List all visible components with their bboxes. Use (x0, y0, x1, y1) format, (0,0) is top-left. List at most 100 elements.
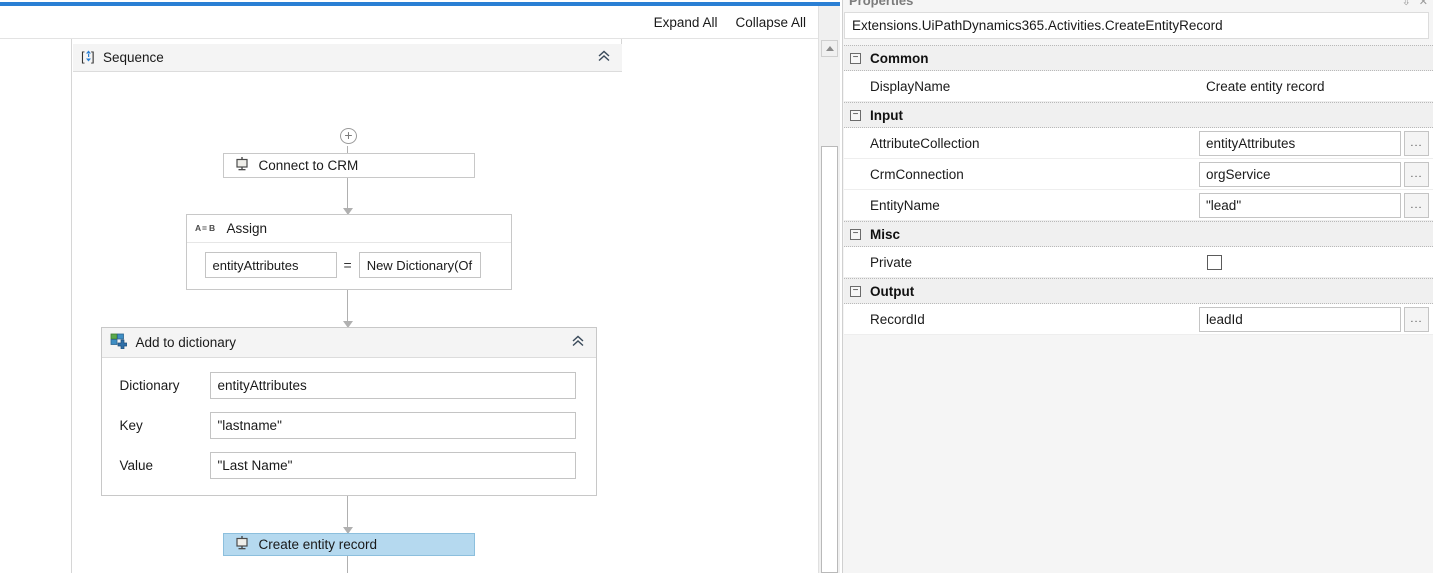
key-field-row: Key "lastname" (119, 411, 576, 439)
displayname-input[interactable]: Create entity record (1199, 74, 1429, 99)
category-row-common[interactable]: − Common (844, 45, 1433, 71)
assign-expression-row: entityAttributes = New Dictionary(Of (187, 243, 511, 289)
svg-text:[: [ (81, 49, 85, 64)
pin-icon[interactable]: ⇩ (1402, 0, 1411, 8)
collapse-chevron-icon[interactable] (594, 49, 614, 66)
sequence-body: + Connect to CRM A = B Assign entityAttr… (73, 72, 622, 573)
dictionary-field-label: Dictionary (119, 377, 180, 393)
connector-line (343, 495, 353, 534)
expand-all-button[interactable]: Expand All (654, 15, 718, 30)
scrollbar-thumb[interactable] (821, 146, 838, 573)
property-row-attributecollection[interactable]: AttributeCollection entityAttributes ... (844, 128, 1433, 159)
designer-toolbar: Expand All Collapse All (0, 6, 818, 39)
dictionary-field-row: Dictionary entityAttributes (119, 371, 576, 399)
property-name: EntityName (870, 197, 940, 213)
svg-text:]: ] (91, 49, 95, 64)
property-value-cell: Create entity record (1199, 71, 1433, 101)
value-input[interactable]: "Last Name" (209, 451, 576, 479)
property-name: AttributeCollection (870, 135, 980, 151)
properties-panel: Properties ⇩ ✕ Extensions.UiPathDynamics… (842, 0, 1433, 573)
category-row-input[interactable]: − Input (844, 102, 1433, 128)
assign-to-field[interactable]: entityAttributes (204, 252, 337, 279)
category-label: Misc (870, 226, 901, 242)
sequence-header[interactable]: [ ] Sequence (73, 44, 622, 72)
property-row-displayname[interactable]: DisplayName Create entity record (844, 71, 1433, 102)
activity-connect-to-crm[interactable]: Connect to CRM (222, 152, 475, 178)
property-name: CrmConnection (870, 166, 964, 182)
connector-line (343, 290, 353, 328)
properties-grid: − Common DisplayName Create entity recor… (844, 45, 1433, 573)
assign-header: A = B Assign (186, 215, 511, 244)
attributecollection-input[interactable]: entityAttributes (1199, 130, 1401, 156)
assign-title: Assign (226, 221, 268, 237)
add-to-dictionary-title: Add to dictionary (135, 334, 237, 350)
category-label: Input (870, 107, 903, 123)
property-value-cell: "lead" ... (1199, 190, 1433, 220)
connector-line (343, 177, 353, 215)
collapse-expander-icon[interactable]: − (850, 109, 861, 121)
svg-text:B: B (209, 223, 215, 233)
property-row-private[interactable]: Private (844, 247, 1433, 278)
property-value-cell: entityAttributes ... (1199, 128, 1433, 158)
close-icon[interactable]: ✕ (1419, 0, 1428, 8)
connector-line (347, 556, 348, 573)
crmconnection-input[interactable]: orgService (1199, 161, 1401, 187)
recordid-input[interactable]: leadId (1199, 306, 1401, 332)
private-checkbox[interactable] (1207, 254, 1222, 270)
browse-button[interactable]: ... (1404, 192, 1429, 218)
activity-assign[interactable]: A = B Assign entityAttributes = New Dict… (185, 214, 512, 291)
category-row-misc[interactable]: − Misc (844, 221, 1433, 247)
assign-value-field[interactable]: New Dictionary(Of (358, 252, 481, 279)
add-to-dictionary-header: Add to dictionary (101, 327, 596, 358)
assign-operator: = (343, 257, 352, 274)
collapse-all-button[interactable]: Collapse All (735, 15, 806, 30)
sequence-icon: [ ] (81, 49, 96, 67)
property-value-cell: leadId ... (1199, 304, 1433, 334)
uipath-studio-window: Expand All Collapse All [ ] Sequence + C… (0, 0, 1433, 573)
property-name: Private (870, 254, 913, 270)
assign-icon: A = B (195, 222, 217, 235)
svg-text:=: = (202, 223, 207, 233)
dictionary-input[interactable]: entityAttributes (209, 371, 576, 399)
activity-add-to-dictionary[interactable]: Add to dictionary Dictionary entityAttri… (100, 326, 597, 496)
properties-activity-type: Extensions.UiPathDynamics365.Activities.… (844, 12, 1429, 39)
category-row-output[interactable]: − Output (844, 278, 1433, 304)
category-label: Common (870, 50, 929, 66)
collapse-chevron-icon[interactable] (568, 334, 588, 351)
collapse-expander-icon[interactable]: − (850, 228, 861, 240)
sequence-container: [ ] Sequence + Connect to CRM A = B Assi… (73, 39, 622, 573)
category-label: Output (870, 283, 915, 299)
collapse-expander-icon[interactable]: − (850, 52, 861, 64)
property-value-cell (1199, 247, 1433, 277)
key-input[interactable]: "lastname" (209, 411, 576, 439)
scroll-up-button[interactable] (821, 40, 838, 57)
properties-panel-titlebar: Properties ⇩ ✕ (843, 0, 1433, 8)
property-row-crmconnection[interactable]: CrmConnection orgService ... (844, 159, 1433, 190)
browse-button[interactable]: ... (1404, 161, 1429, 187)
property-name: RecordId (870, 311, 925, 327)
activity-label: Create entity record (258, 536, 378, 552)
property-row-entityname[interactable]: EntityName "lead" ... (844, 190, 1433, 221)
crm-activity-icon (234, 535, 250, 554)
add-activity-button[interactable]: + (340, 128, 357, 144)
sequence-title: Sequence (103, 50, 164, 65)
workflow-designer-pane: Expand All Collapse All [ ] Sequence + C… (0, 6, 840, 573)
activity-create-entity-record[interactable]: Create entity record (222, 532, 475, 557)
browse-button[interactable]: ... (1404, 130, 1429, 156)
chevron-up-icon (825, 46, 834, 51)
collapse-expander-icon[interactable]: − (850, 285, 861, 297)
add-to-dictionary-body: Dictionary entityAttributes Key "lastnam… (102, 358, 596, 495)
connector-line (347, 146, 348, 153)
designer-canvas-right-area (623, 39, 810, 573)
designer-vertical-scrollbar[interactable] (818, 6, 840, 573)
browse-button[interactable]: ... (1404, 306, 1429, 332)
entityname-input[interactable]: "lead" (1199, 192, 1401, 218)
panel-controls: ⇩ ✕ (1402, 0, 1428, 8)
value-field-label: Value (119, 457, 154, 473)
properties-panel-title: Properties (849, 0, 914, 8)
value-field-row: Value "Last Name" (119, 451, 576, 479)
svg-text:A: A (195, 223, 201, 233)
key-field-label: Key (119, 417, 143, 433)
property-row-recordid[interactable]: RecordId leadId ... (844, 304, 1433, 335)
designer-left-gutter (0, 39, 72, 573)
